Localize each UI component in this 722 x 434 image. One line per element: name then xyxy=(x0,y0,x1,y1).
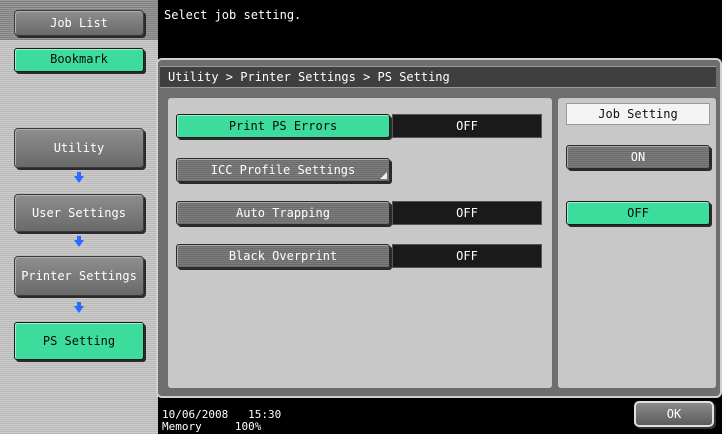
black-overprint-button[interactable]: Black Overprint xyxy=(176,244,390,268)
setting-label: Auto Trapping xyxy=(236,206,330,220)
ok-label: OK xyxy=(666,407,682,421)
sidebar-item-utility[interactable]: Utility xyxy=(14,128,144,168)
setting-label: Black Overprint xyxy=(228,249,338,263)
off-label: OFF xyxy=(627,206,649,220)
setting-label: Print PS Errors xyxy=(228,119,338,133)
auto-trapping-value: OFF xyxy=(392,201,542,225)
ok-button[interactable]: OK xyxy=(634,401,714,427)
sidebar-item-label: Utility xyxy=(53,141,105,155)
arrow-down-icon xyxy=(74,172,84,183)
job-list-label: Job List xyxy=(50,16,108,30)
status-date-time: 10/06/2008 15:30 xyxy=(162,409,281,420)
job-list-button[interactable]: Job List xyxy=(14,10,144,36)
settings-list-panel xyxy=(168,98,552,388)
setting-label: ICC Profile Settings xyxy=(210,163,356,177)
sidebar-item-label: Printer Settings xyxy=(21,269,137,283)
sidebar-item-printer-settings[interactable]: Printer Settings xyxy=(14,256,144,296)
job-setting-panel xyxy=(558,98,716,388)
auto-trapping-button[interactable]: Auto Trapping xyxy=(176,201,390,225)
bookmark-button[interactable]: Bookmark xyxy=(14,48,144,72)
sidebar-item-ps-setting[interactable]: PS Setting xyxy=(14,322,144,360)
arrow-down-icon xyxy=(74,236,84,247)
on-label: ON xyxy=(630,150,646,164)
off-button[interactable]: OFF xyxy=(566,201,710,225)
print-ps-errors-button[interactable]: Print PS Errors xyxy=(176,114,390,138)
print-ps-errors-value: OFF xyxy=(392,114,542,138)
sidebar-item-label: User Settings xyxy=(32,206,126,220)
status-memory-value: 100% xyxy=(234,420,262,433)
black-overprint-value: OFF xyxy=(392,244,542,268)
status-memory: Memory 100% xyxy=(162,421,261,432)
job-setting-header: Job Setting xyxy=(566,103,710,125)
breadcrumb: Utility > Printer Settings > PS Setting xyxy=(160,66,716,88)
status-memory-label: Memory xyxy=(162,420,202,433)
arrow-down-icon xyxy=(74,302,84,313)
sidebar-item-label: PS Setting xyxy=(42,334,116,348)
on-button[interactable]: ON xyxy=(566,145,710,169)
sidebar-item-user-settings[interactable]: User Settings xyxy=(14,194,144,232)
icc-profile-settings-button[interactable]: ICC Profile Settings xyxy=(176,158,390,182)
bookmark-label: Bookmark xyxy=(50,52,108,66)
instruction-message: Select job setting. xyxy=(158,0,722,58)
